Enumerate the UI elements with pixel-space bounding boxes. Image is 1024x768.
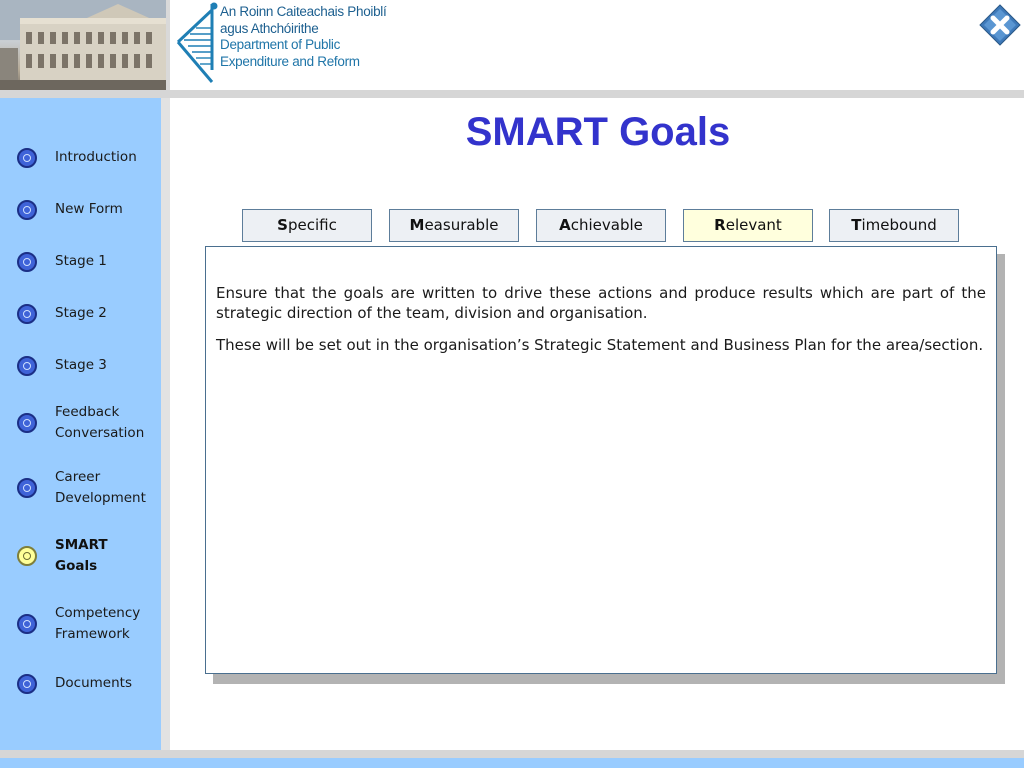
sidebar-item-competency-framework[interactable]: Competency Framework xyxy=(0,602,161,646)
sidebar-item-documents[interactable]: Documents xyxy=(0,672,161,698)
sidebar-item-label: Stage 3 xyxy=(55,357,107,373)
sidebar-item-label: Introduction xyxy=(55,149,137,165)
content-paragraph-1: Ensure that the goals are written to dri… xyxy=(216,284,986,322)
nav-circle-icon xyxy=(17,356,37,376)
tab-timebound[interactable]: Timebound xyxy=(829,209,959,242)
close-button[interactable] xyxy=(979,4,1021,46)
sidebar-item-label: Competency Framework xyxy=(55,605,141,642)
logo-line-irish-2: agus Athchóirithe xyxy=(220,20,319,36)
nav-circle-icon xyxy=(17,200,37,220)
sidebar-nav: Introduction New Form Stage 1 Stage 2 St… xyxy=(0,98,161,750)
header-rule xyxy=(0,90,1024,98)
sidebar-item-introduction[interactable]: Introduction xyxy=(0,146,161,172)
department-logo-text: An Roinn Caiteachais Phoiblí agus Athchó… xyxy=(220,4,420,70)
sidebar-item-label: Feedback Conversation xyxy=(55,404,145,441)
nav-circle-icon xyxy=(17,674,37,694)
nav-circle-icon xyxy=(17,148,37,168)
sidebar-item-label: Documents xyxy=(55,675,132,691)
logo-line-english-2: Expenditure and Reform xyxy=(220,53,360,69)
sidebar-item-career-development[interactable]: Career Development xyxy=(0,466,161,510)
tab-specific[interactable]: Specific xyxy=(242,209,372,242)
nav-circle-icon xyxy=(17,614,37,634)
sidebar-item-smart-goals[interactable]: SMART Goals xyxy=(0,534,161,578)
tab-label: easurable xyxy=(424,216,499,234)
nav-circle-icon xyxy=(17,478,37,498)
header-divider xyxy=(166,0,170,92)
nav-circle-icon xyxy=(17,252,37,272)
sidebar-item-feedback-conversation[interactable]: Feedback Conversation xyxy=(0,401,161,445)
nav-circle-icon xyxy=(17,413,37,433)
tab-initial: T xyxy=(851,216,862,234)
page-title: SMART Goals xyxy=(465,110,731,154)
tab-label: elevant xyxy=(725,216,782,234)
content-panel: Ensure that the goals are written to dri… xyxy=(205,246,997,674)
tab-label: pecific xyxy=(287,216,337,234)
tab-label: imebound xyxy=(861,216,937,234)
tab-initial: A xyxy=(559,216,571,234)
tab-initial: R xyxy=(714,216,726,234)
nav-circle-icon xyxy=(17,304,37,324)
sidebar-item-new-form[interactable]: New Form xyxy=(0,198,161,224)
footer-band xyxy=(0,758,1024,768)
content-paragraph-2: These will be set out in the organisatio… xyxy=(216,336,984,354)
header-building-photo xyxy=(0,0,166,92)
footer-rule xyxy=(0,750,1024,758)
nav-circle-active-icon xyxy=(17,546,37,566)
sidebar-item-stage-3[interactable]: Stage 3 xyxy=(0,354,161,380)
header: An Roinn Caiteachais Phoiblí agus Athchó… xyxy=(0,0,1024,92)
sidebar-item-stage-2[interactable]: Stage 2 xyxy=(0,302,161,328)
sidebar-item-label: Stage 2 xyxy=(55,305,107,321)
sidebar-item-label: SMART Goals xyxy=(55,537,108,574)
logo-line-irish-1: An Roinn Caiteachais Phoiblí xyxy=(220,4,387,19)
logo-line-english-1: Department of Public xyxy=(220,37,341,52)
sidebar-item-label: Stage 1 xyxy=(55,253,107,269)
tab-initial: M xyxy=(409,216,425,234)
close-icon xyxy=(979,4,1021,46)
tab-relevant[interactable]: Relevant xyxy=(683,209,813,242)
sidebar-item-label: New Form xyxy=(55,201,123,217)
sidebar-divider xyxy=(161,98,170,750)
tab-measurable[interactable]: Measurable xyxy=(389,209,519,242)
sidebar-item-label: Career Development xyxy=(55,469,146,506)
tab-initial: S xyxy=(277,216,288,234)
tab-achievable[interactable]: Achievable xyxy=(536,209,666,242)
sidebar-item-stage-1[interactable]: Stage 1 xyxy=(0,250,161,276)
tab-label: chievable xyxy=(570,216,643,234)
